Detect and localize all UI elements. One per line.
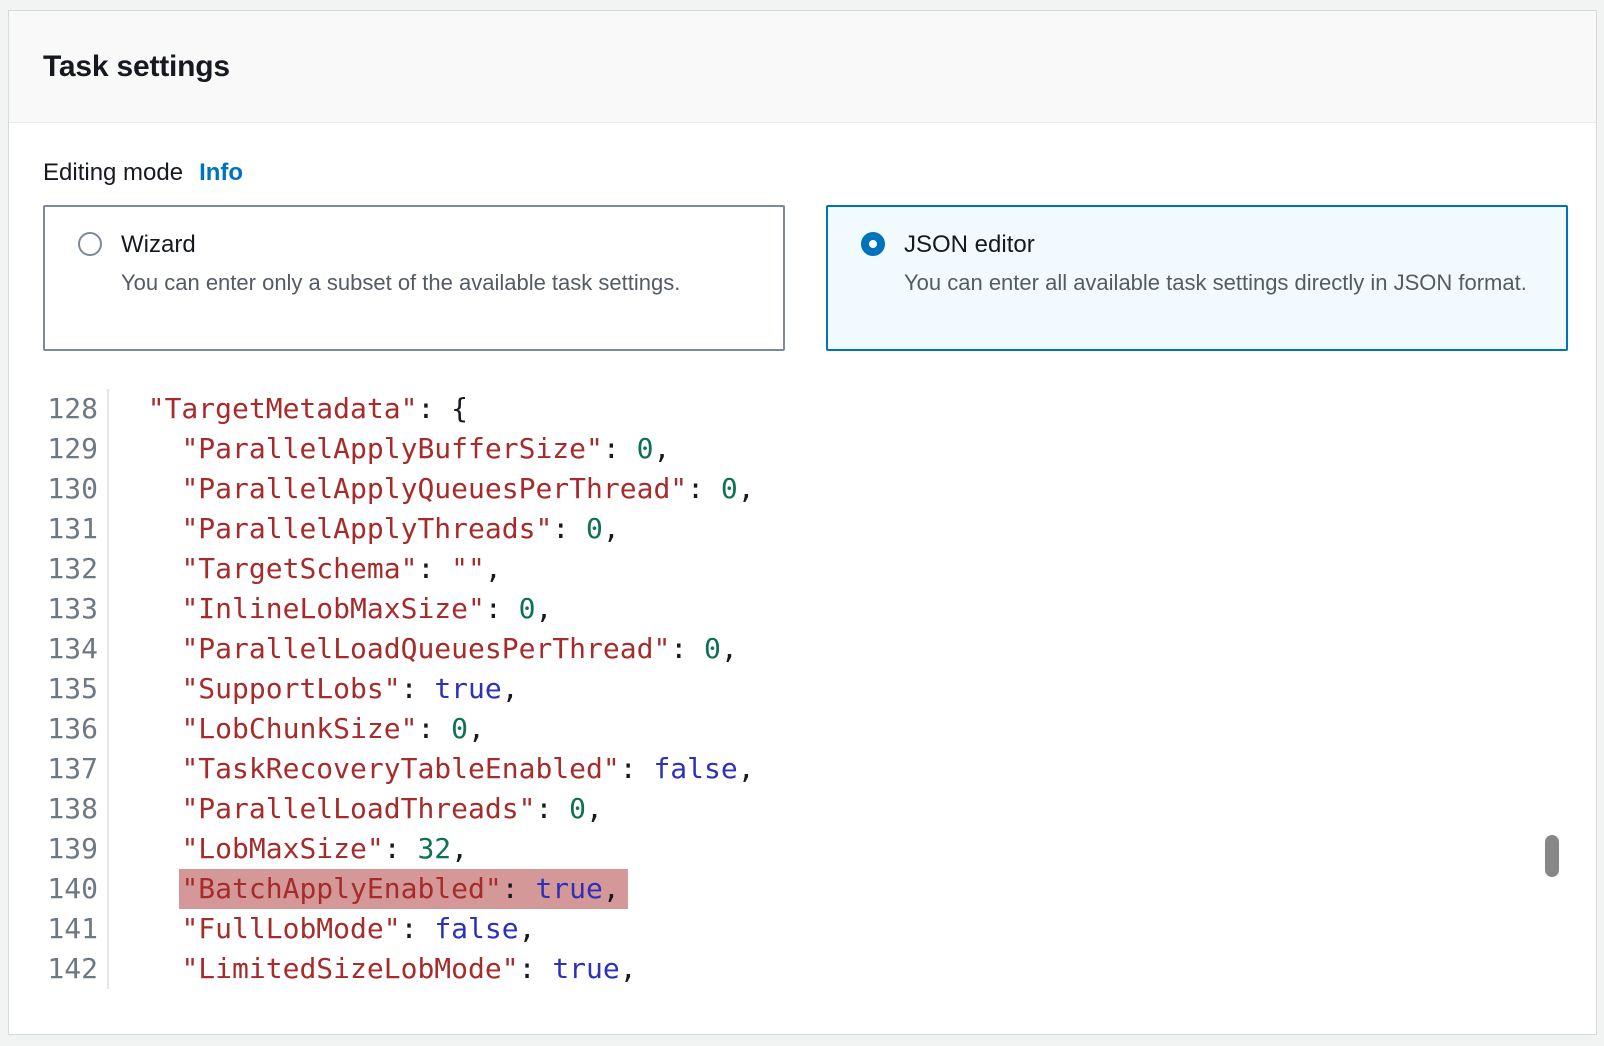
code-content: "LimitedSizeLobMode": true, xyxy=(109,949,637,989)
line-number: 133 xyxy=(9,589,109,629)
json-code-editor[interactable]: 128 "TargetMetadata": {129 "ParallelAppl… xyxy=(9,389,1596,989)
code-line[interactable]: 132 "TargetSchema": "", xyxy=(9,549,1596,589)
line-number: 128 xyxy=(9,389,109,429)
line-number: 134 xyxy=(9,629,109,669)
code-content: "FullLobMode": false, xyxy=(109,909,535,949)
tile-wizard[interactable]: Wizard You can enter only a subset of th… xyxy=(43,205,785,351)
line-number: 142 xyxy=(9,949,109,989)
code-line[interactable]: 136 "LobChunkSize": 0, xyxy=(9,709,1596,749)
code-line[interactable]: 130 "ParallelApplyQueuesPerThread": 0, xyxy=(9,469,1596,509)
code-line[interactable]: 142 "LimitedSizeLobMode": true, xyxy=(9,949,1596,989)
line-number: 135 xyxy=(9,669,109,709)
line-number: 136 xyxy=(9,709,109,749)
code-line[interactable]: 129 "ParallelApplyBufferSize": 0, xyxy=(9,429,1596,469)
line-number: 131 xyxy=(9,509,109,549)
code-line[interactable]: 141 "FullLobMode": false, xyxy=(9,909,1596,949)
line-number: 129 xyxy=(9,429,109,469)
code-line[interactable]: 134 "ParallelLoadQueuesPerThread": 0, xyxy=(9,629,1596,669)
editor-scrollbar-thumb[interactable] xyxy=(1545,835,1559,877)
line-number: 138 xyxy=(9,789,109,829)
code-line[interactable]: 131 "ParallelApplyThreads": 0, xyxy=(9,509,1596,549)
radio-button-wizard-icon[interactable] xyxy=(78,232,102,256)
code-content: "SupportLobs": true, xyxy=(109,669,519,709)
code-content: "TaskRecoveryTableEnabled": false, xyxy=(109,749,755,789)
code-line[interactable]: 140 "BatchApplyEnabled": true, xyxy=(9,869,1596,909)
code-content: "ParallelApplyQueuesPerThread": 0, xyxy=(109,469,755,509)
code-line[interactable]: 135 "SupportLobs": true, xyxy=(9,669,1596,709)
editing-mode-tiles: Wizard You can enter only a subset of th… xyxy=(43,205,1568,351)
code-line[interactable]: 139 "LobMaxSize": 32, xyxy=(9,829,1596,869)
info-link[interactable]: Info xyxy=(199,159,243,187)
code-line[interactable]: 133 "InlineLobMaxSize": 0, xyxy=(9,589,1596,629)
line-number: 130 xyxy=(9,469,109,509)
line-number: 139 xyxy=(9,829,109,869)
code-content: "BatchApplyEnabled": true, xyxy=(109,869,620,909)
editing-mode-label: Editing mode xyxy=(43,159,183,187)
code-line[interactable]: 137 "TaskRecoveryTableEnabled": false, xyxy=(9,749,1596,789)
code-content: "ParallelApplyBufferSize": 0, xyxy=(109,429,670,469)
radio-button-json-editor-icon[interactable] xyxy=(861,232,885,256)
tile-json-editor-title: JSON editor xyxy=(904,229,1527,261)
code-content: "LobMaxSize": 32, xyxy=(109,829,468,869)
line-number: 132 xyxy=(9,549,109,589)
code-content: "TargetSchema": "", xyxy=(109,549,502,589)
code-content: "TargetMetadata": { xyxy=(109,389,468,429)
code-lines: 128 "TargetMetadata": {129 "ParallelAppl… xyxy=(9,389,1596,989)
tile-wizard-title: Wizard xyxy=(121,229,680,261)
editing-mode-row: Editing mode Info xyxy=(43,159,1568,187)
tile-wizard-description: You can enter only a subset of the avail… xyxy=(121,266,680,299)
code-content: "InlineLobMaxSize": 0, xyxy=(109,589,552,629)
panel-header: Task settings xyxy=(9,11,1596,123)
code-content: "ParallelLoadQueuesPerThread": 0, xyxy=(109,629,738,669)
code-content: "ParallelLoadThreads": 0, xyxy=(109,789,603,829)
line-number: 140 xyxy=(9,869,109,909)
code-content: "ParallelApplyThreads": 0, xyxy=(109,509,620,549)
line-number: 141 xyxy=(9,909,109,949)
tile-json-editor[interactable]: JSON editor You can enter all available … xyxy=(826,205,1568,351)
line-number: 137 xyxy=(9,749,109,789)
task-settings-panel: Task settings Editing mode Info Wizard Y… xyxy=(8,10,1597,1035)
code-line[interactable]: 138 "ParallelLoadThreads": 0, xyxy=(9,789,1596,829)
highlighted-token: "BatchApplyEnabled": true, xyxy=(179,869,627,909)
code-line[interactable]: 128 "TargetMetadata": { xyxy=(9,389,1596,429)
page-title: Task settings xyxy=(43,50,230,84)
tile-json-editor-description: You can enter all available task setting… xyxy=(904,266,1527,299)
code-content: "LobChunkSize": 0, xyxy=(109,709,485,749)
